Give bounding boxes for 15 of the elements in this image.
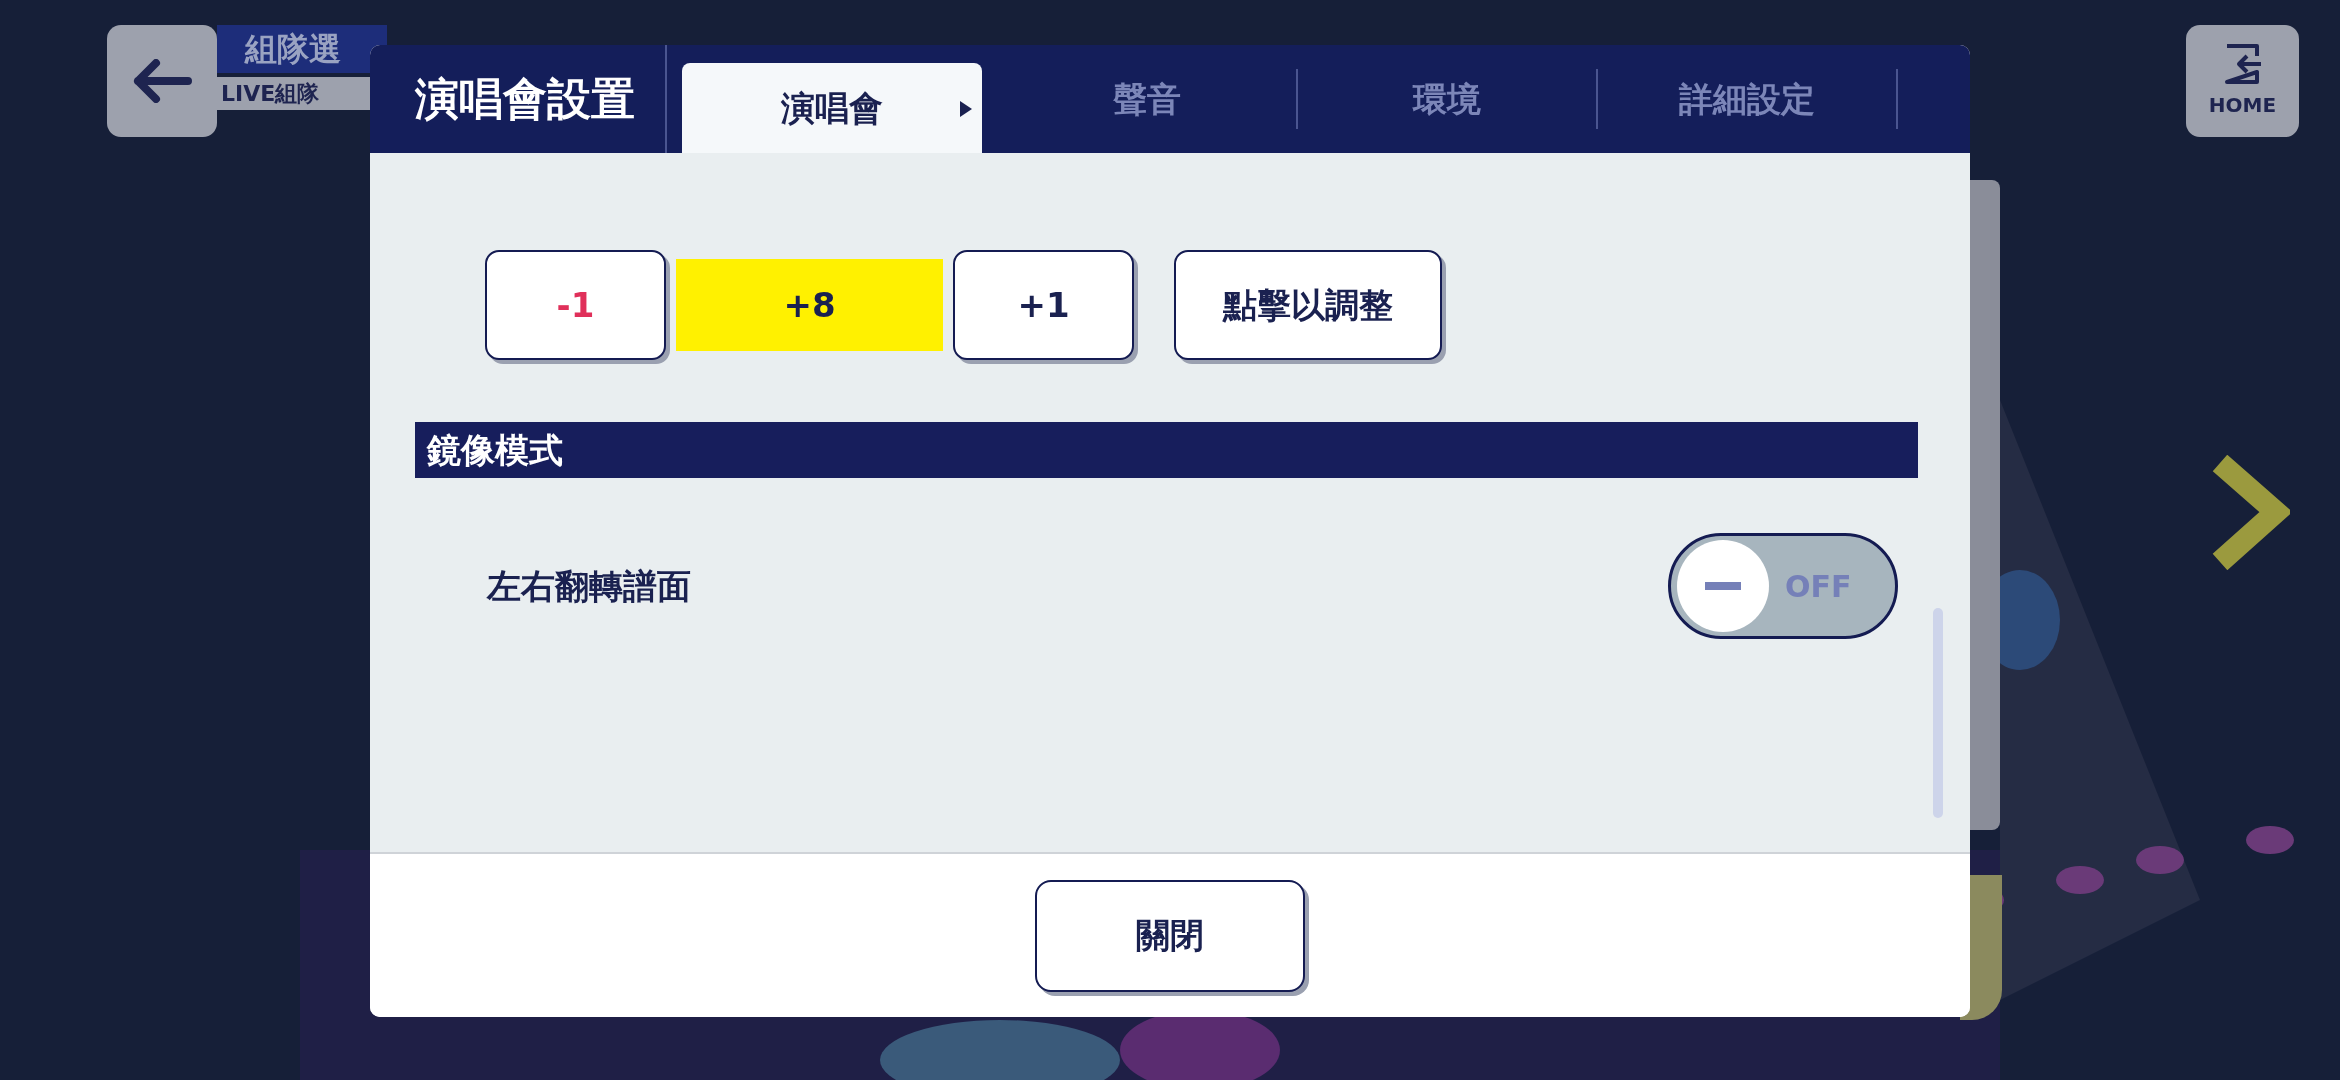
dialog-title: 演唱會設置 <box>415 72 635 126</box>
back-button[interactable] <box>107 25 217 137</box>
setting-label: 左右翻轉譜面 <box>487 564 691 608</box>
screen-title: 組隊選 <box>217 25 387 73</box>
minus-icon <box>1705 582 1741 590</box>
section-header: 鏡像模式 <box>415 422 1918 478</box>
back-arrow-icon <box>132 59 192 103</box>
tab[interactable]: 演唱會 <box>682 63 982 153</box>
play-icon <box>960 101 972 117</box>
offset-value: +8 <box>676 259 943 351</box>
tab[interactable]: 聲音 <box>998 69 1298 129</box>
tab[interactable]: 環境 <box>1298 69 1598 129</box>
chevron-right-icon <box>2212 455 2290 570</box>
tab[interactable]: 詳細設定 <box>1598 69 1898 129</box>
home-button[interactable]: HOME <box>2186 25 2299 137</box>
